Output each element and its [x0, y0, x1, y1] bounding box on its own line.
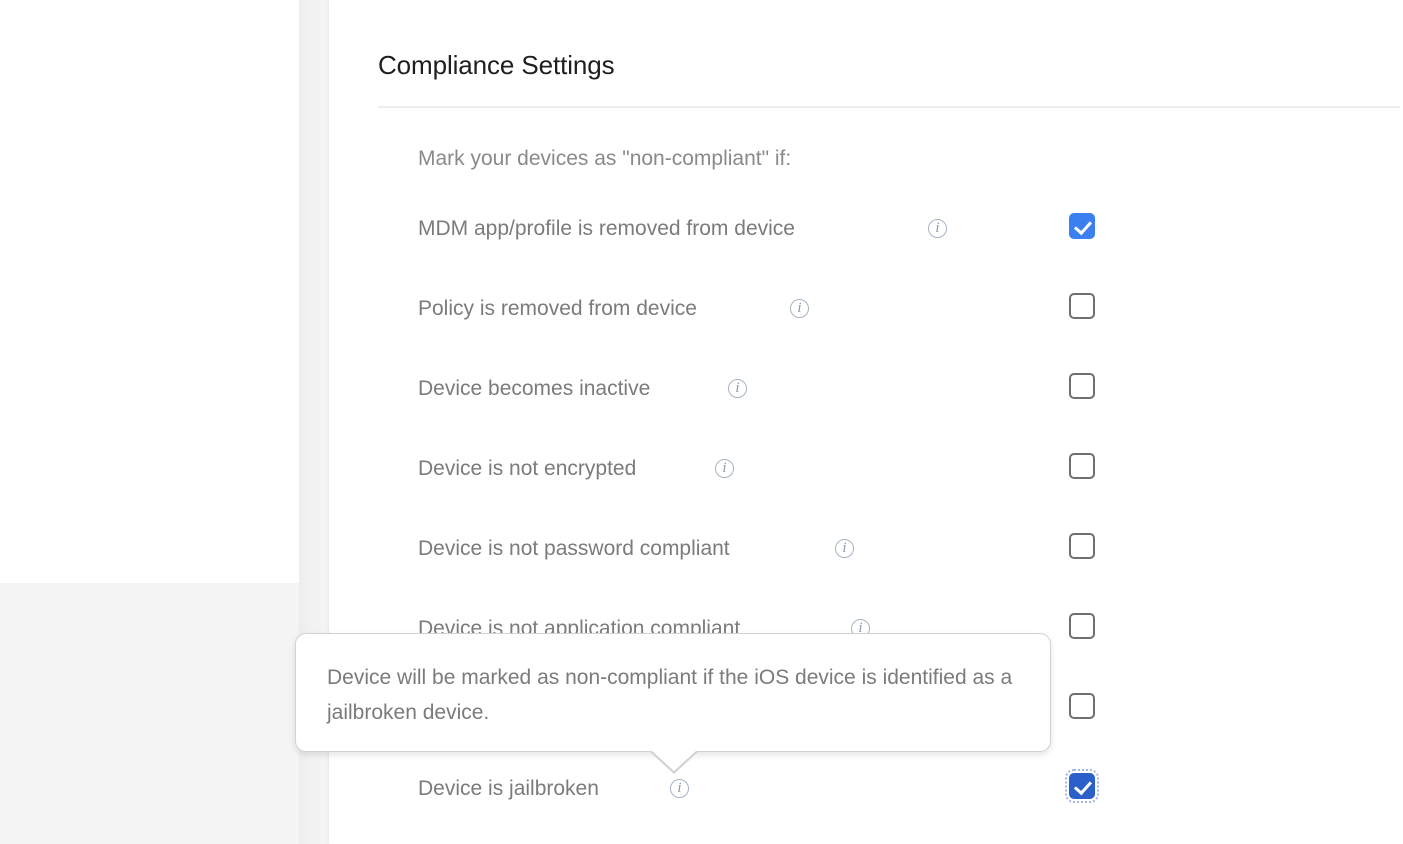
setting-row-not-encrypted: Device is not encrypted	[418, 454, 1403, 484]
setting-checkbox-policy-removed[interactable]	[1069, 293, 1095, 319]
info-circle-icon[interactable]	[790, 299, 809, 318]
setting-checkbox-obscured-row[interactable]	[1069, 693, 1095, 719]
info-circle-icon[interactable]	[728, 379, 747, 398]
setting-label: Device is jailbroken	[418, 777, 599, 800]
tooltip-arrow-fill	[652, 751, 696, 771]
setting-checkbox-device-inactive[interactable]	[1069, 373, 1095, 399]
setting-label: MDM app/profile is removed from device	[418, 217, 795, 240]
setting-checkbox-not-encrypted[interactable]	[1069, 453, 1095, 479]
setting-row-mdm-app-removed: MDM app/profile is removed from device	[418, 214, 1403, 244]
setting-row-device-inactive: Device becomes inactive	[418, 374, 1403, 404]
setting-row-device-jailbroken: Device is jailbroken	[418, 774, 1403, 804]
setting-label: Device is not password compliant	[418, 537, 730, 560]
info-circle-icon[interactable]	[715, 459, 734, 478]
setting-checkbox-not-password-compliant[interactable]	[1069, 533, 1095, 559]
setting-checkbox-mdm-app-removed[interactable]	[1069, 213, 1095, 239]
settings-intro-label: Mark your devices as "non-compliant" if:	[418, 147, 792, 170]
info-circle-icon[interactable]	[928, 219, 947, 238]
setting-label: Policy is removed from device	[418, 297, 697, 320]
setting-label: Device becomes inactive	[418, 377, 651, 400]
info-circle-icon[interactable]	[670, 779, 689, 798]
tooltip-text: Device will be marked as non-compliant i…	[327, 666, 1013, 724]
settings-intro-row: Mark your devices as "non-compliant" if:	[418, 144, 1403, 174]
info-circle-icon[interactable]	[835, 539, 854, 558]
jailbroken-info-tooltip: Device will be marked as non-compliant i…	[295, 633, 1051, 774]
setting-row-not-password-compliant: Device is not password compliant	[418, 534, 1403, 564]
setting-label: Device is not encrypted	[418, 457, 637, 480]
setting-checkbox-device-jailbroken[interactable]	[1065, 769, 1099, 803]
setting-checkbox-not-application-compliant[interactable]	[1069, 613, 1095, 639]
setting-row-policy-removed: Policy is removed from device	[418, 294, 1403, 324]
